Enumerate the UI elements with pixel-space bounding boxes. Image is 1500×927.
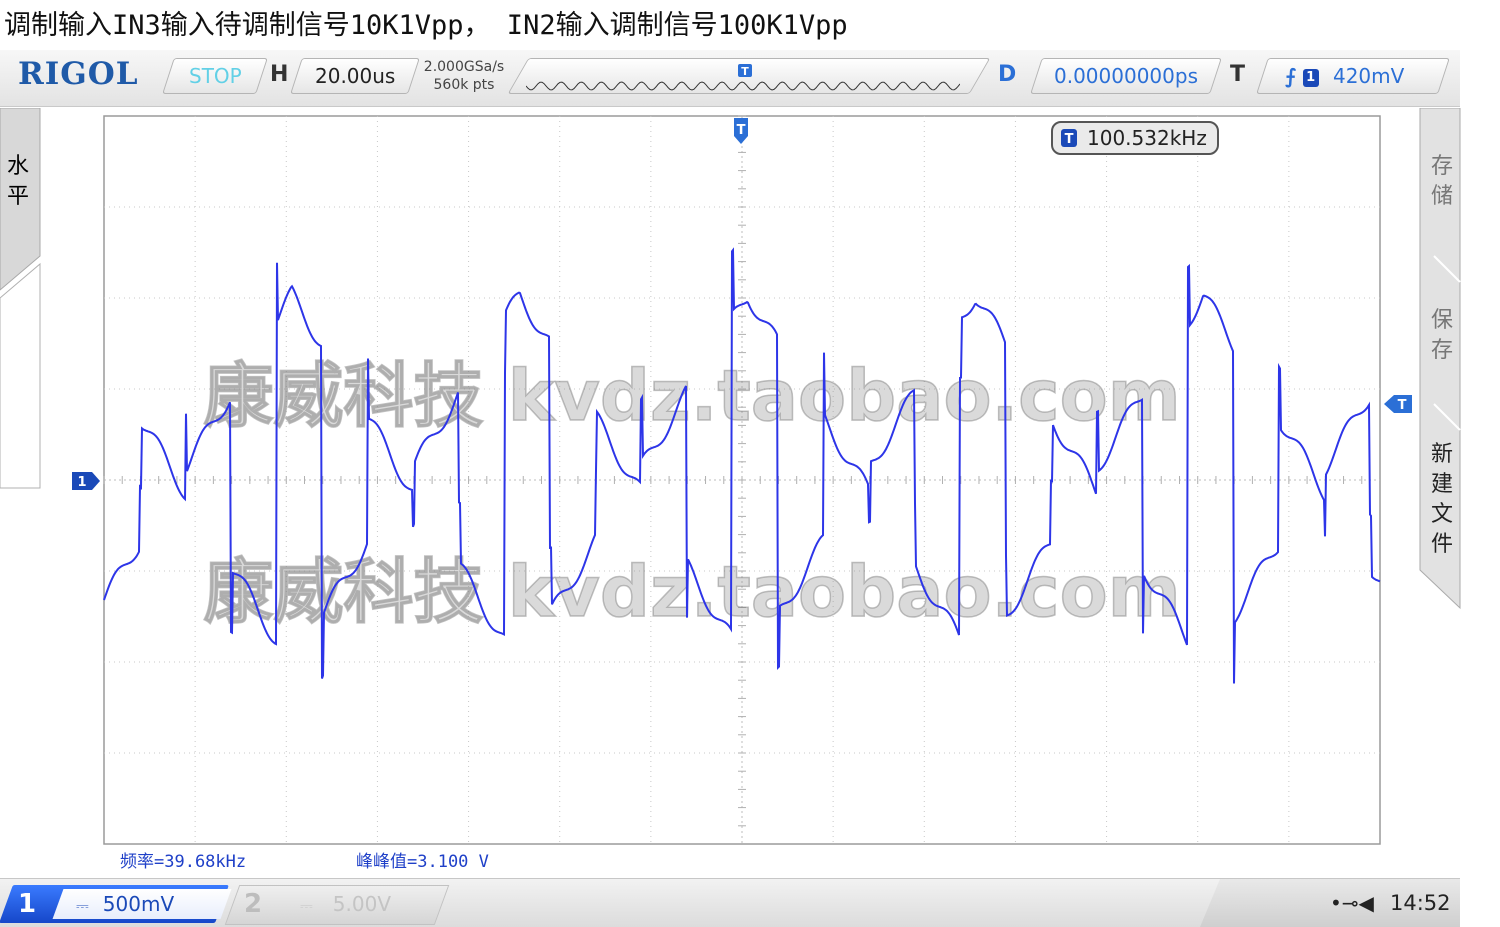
left-menu-label-char: 水 (6, 154, 29, 179)
menu-item-char: 件 (1430, 532, 1453, 557)
menu-item-char: 文 (1430, 502, 1453, 527)
ch1-ground-marker[interactable]: 1 (72, 472, 100, 490)
timebase-value: 20.00us (314, 64, 396, 88)
trigger-field[interactable]: ⨍ 1 420mV (1256, 58, 1450, 94)
ch2-scale-value: 5.00V (332, 892, 391, 916)
top-status-bar: RIGOL STOP H 20.00us 2.000GSa/s 560k pts… (0, 50, 1460, 107)
timebase-field[interactable]: 20.00us (290, 58, 420, 94)
delay-label: D (998, 62, 1017, 87)
waveform-screen[interactable]: 康威科技 kvdz.taobao.com康威科技 kvdz.taobao.com… (0, 108, 1500, 878)
menu-item-char: 存 (1430, 338, 1453, 363)
menu-item-storage[interactable]: 存 储 (1426, 152, 1458, 212)
trigger-source-badge: 1 (1302, 68, 1319, 87)
ch2-number: 2 (244, 889, 263, 919)
trigger-level-marker[interactable]: T (1384, 395, 1412, 413)
menu-item-save[interactable]: 保 存 (1426, 306, 1458, 366)
trigger-level: 420mV (1332, 64, 1405, 88)
menu-item-char: 建 (1430, 472, 1453, 497)
left-menu-body (0, 262, 41, 489)
ch1-scale: ⎓ 500mV (76, 889, 174, 921)
run-stop-status[interactable]: STOP (162, 58, 268, 94)
left-menu-label[interactable]: 水 平 (2, 152, 34, 212)
brand-logo: RIGOL (18, 56, 139, 92)
svg-text:100.532kHz: 100.532kHz (1087, 126, 1207, 150)
usb-icon: •⊸◀ (1330, 891, 1374, 915)
trigger-frequency-readout: T 100.532kHz (1051, 121, 1219, 155)
svg-text:T: T (737, 123, 746, 138)
measurement-vpp: 峰峰值=3.100 V (356, 852, 489, 872)
menu-item-new-file[interactable]: 新 建 文 件 (1426, 440, 1458, 560)
menu-item-char: 储 (1430, 184, 1453, 209)
channel-bar: 1 ⎓ 500mV 2 ⎓ 5.00V •⊸◀ 14:52 (0, 878, 1460, 927)
ch1-scale-value: 500mV (102, 892, 175, 916)
trigger-label: T (1230, 62, 1246, 87)
run-stop-label: STOP (188, 64, 242, 88)
menu-item-char: 新 (1430, 442, 1453, 467)
memory-waveform-icon: T (526, 64, 960, 91)
dc-coupling-icon: ⎓ (76, 896, 89, 915)
delay-value: 0.00000000ps (1054, 64, 1198, 88)
memory-depth: 560k pts (433, 77, 495, 93)
rising-edge-icon: ⨍ (1285, 64, 1297, 88)
watermark-text: 康威科技 kvdz.taobao.com (203, 355, 1180, 437)
svg-text:T: T (741, 65, 749, 78)
clock: 14:52 (1390, 891, 1451, 915)
caption: 调制输入IN3输入待调制信号10K1Vpp， IN2输入调制信号100K1Vpp (4, 10, 848, 41)
svg-text:T: T (1398, 398, 1407, 413)
measurement-frequency: 频率=39.68kHz (120, 852, 247, 872)
ch1-number: 1 (18, 889, 37, 919)
left-menu-label-char: 平 (6, 184, 29, 209)
menu-item-char: 存 (1430, 154, 1453, 179)
menu-item-char: 保 (1430, 308, 1453, 333)
delay-field[interactable]: 0.00000000ps (1030, 58, 1222, 94)
acquisition-info: 2.000GSa/s 560k pts (420, 58, 508, 94)
sample-rate: 2.000GSa/s (423, 59, 505, 75)
dc-coupling-icon: ⎓ (300, 896, 313, 915)
svg-text:T: T (1065, 132, 1074, 147)
ch2-scale: ⎓ 5.00V (300, 889, 391, 921)
horizontal-label: H (270, 62, 289, 87)
svg-text:1: 1 (77, 475, 86, 490)
